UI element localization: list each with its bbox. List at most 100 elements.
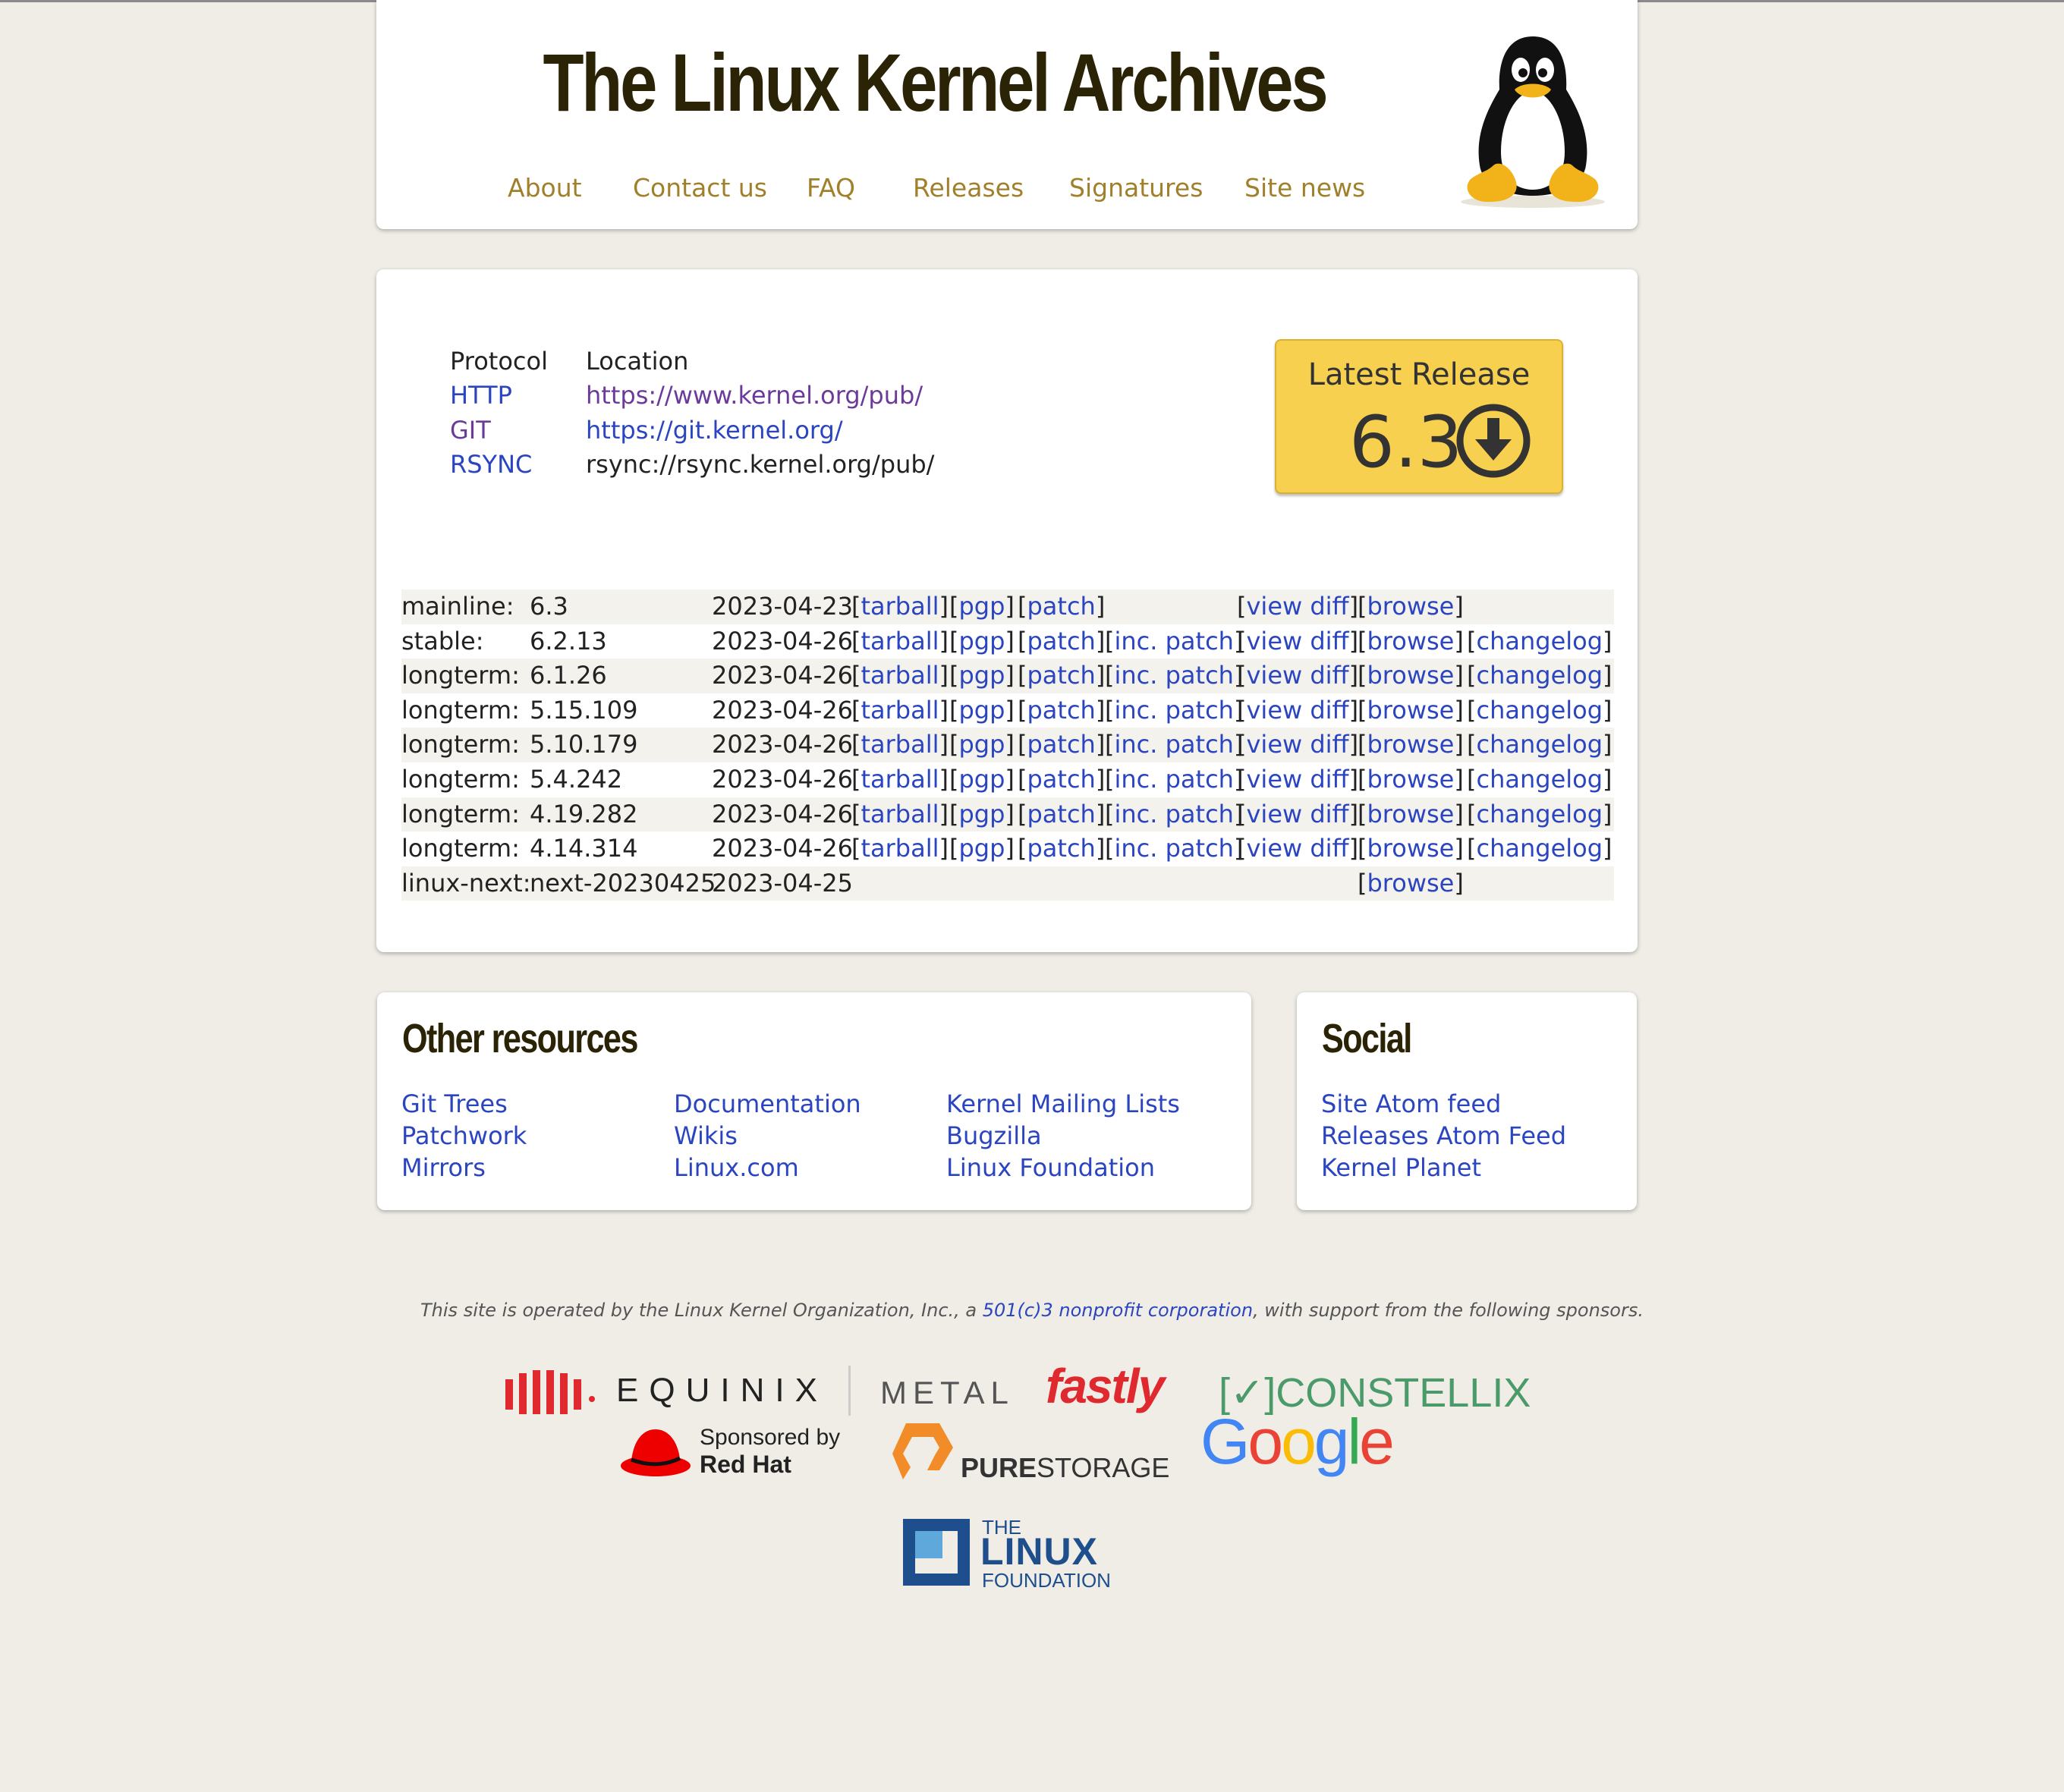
patch-link[interactable]: patch — [1027, 661, 1095, 690]
patch-link[interactable]: patch — [1027, 765, 1095, 794]
sponsor-equinix[interactable]: EQUINIX — [502, 1364, 829, 1417]
tarball-link[interactable]: tarball — [861, 627, 939, 655]
sponsor-google[interactable]: Google — [1200, 1405, 1395, 1479]
changelog-link[interactable]: changelog — [1476, 834, 1603, 863]
resource-documentation[interactable]: Documentation — [674, 1089, 861, 1118]
nav-site-news[interactable]: Site news — [1244, 173, 1365, 203]
social-kernel-planet[interactable]: Kernel Planet — [1321, 1153, 1481, 1182]
pgp-link[interactable]: pgp — [958, 765, 1005, 794]
patch-link[interactable]: patch — [1027, 592, 1095, 621]
resource-git-trees[interactable]: Git Trees — [401, 1089, 508, 1118]
view-diff-link[interactable]: view diff — [1246, 592, 1348, 621]
tarball-link-wrapper: [tarball] — [851, 834, 949, 863]
tarball-link[interactable]: tarball — [861, 765, 939, 794]
resource-bugzilla[interactable]: Bugzilla — [946, 1121, 1042, 1150]
tarball-link[interactable]: tarball — [861, 800, 939, 828]
patch-link[interactable]: patch — [1027, 627, 1095, 655]
changelog-link[interactable]: changelog — [1476, 800, 1603, 828]
inc-patch-link[interactable]: inc. patch — [1114, 627, 1233, 655]
inc-patch-link[interactable]: inc. patch — [1114, 834, 1233, 863]
pgp-link[interactable]: pgp — [958, 627, 1005, 655]
nav-releases[interactable]: Releases — [913, 173, 1024, 203]
patch-link[interactable]: patch — [1027, 696, 1095, 725]
sponsor-redhat[interactable]: Sponsored by Red Hat — [618, 1422, 861, 1482]
sponsor-fastly[interactable]: fastly — [1046, 1358, 1165, 1414]
patch-link[interactable]: patch — [1027, 730, 1095, 759]
browse-link[interactable]: browse — [1367, 696, 1454, 725]
changelog-link[interactable]: changelog — [1476, 627, 1603, 655]
redhat-wordmark: Red Hat — [700, 1451, 791, 1478]
latest-release-button[interactable]: Latest Release 6.3 — [1275, 339, 1563, 494]
protocol-rsync[interactable]: RSYNC — [450, 450, 532, 479]
browse-link[interactable]: browse — [1367, 592, 1454, 621]
location-git[interactable]: https://git.kernel.org/ — [586, 416, 843, 445]
nav-signatures[interactable]: Signatures — [1069, 173, 1203, 203]
tarball-link[interactable]: tarball — [861, 661, 939, 690]
browse-link-wrapper: [browse] — [1358, 800, 1464, 828]
sponsor-linux-foundation[interactable]: THE LINUX FOUNDATION — [903, 1516, 1123, 1592]
inc-patch-link[interactable]: inc. patch — [1114, 730, 1233, 759]
release-version: 4.19.282 — [530, 799, 638, 828]
inc-patch-link[interactable]: inc. patch — [1114, 800, 1233, 828]
pgp-link[interactable]: pgp — [958, 730, 1005, 759]
browse-link[interactable]: browse — [1367, 765, 1454, 794]
browse-link[interactable]: browse — [1367, 800, 1454, 828]
release-date: 2023-04-26 — [712, 661, 853, 690]
protocol-http[interactable]: HTTP — [450, 381, 512, 410]
resource-wikis[interactable]: Wikis — [674, 1121, 738, 1150]
nonprofit-link[interactable]: 501(c)3 nonprofit corporation — [983, 1300, 1253, 1321]
release-version: 5.4.242 — [530, 764, 623, 794]
pgp-link[interactable]: pgp — [958, 592, 1005, 621]
patch-link[interactable]: patch — [1027, 800, 1095, 828]
tarball-link[interactable]: tarball — [861, 730, 939, 759]
view-diff-link[interactable]: view diff — [1246, 696, 1348, 725]
changelog-link[interactable]: changelog — [1476, 661, 1603, 690]
site-title[interactable]: The Linux Kernel Archives — [480, 35, 1389, 130]
pgp-link[interactable]: pgp — [958, 696, 1005, 725]
view-diff-link[interactable]: view diff — [1246, 661, 1348, 690]
view-diff-link[interactable]: view diff — [1246, 627, 1348, 655]
location-http[interactable]: https://www.kernel.org/pub/ — [586, 381, 923, 410]
patch-link[interactable]: patch — [1027, 834, 1095, 863]
bracket-open: [ — [1467, 799, 1477, 828]
resource-mirrors[interactable]: Mirrors — [401, 1153, 486, 1182]
nav-about[interactable]: About — [508, 173, 582, 203]
changelog-link[interactable]: changelog — [1476, 730, 1603, 759]
bracket-close: ] — [1454, 592, 1464, 621]
browse-link[interactable]: browse — [1367, 627, 1454, 655]
social-site-atom-feed[interactable]: Site Atom feed — [1321, 1089, 1501, 1118]
protocol-git[interactable]: GIT — [450, 416, 491, 445]
changelog-link[interactable]: changelog — [1476, 696, 1603, 725]
browse-link[interactable]: browse — [1367, 661, 1454, 690]
release-row: linux-next: next-20230425 2023-04-25 [brows… — [401, 866, 1614, 901]
bracket-close: ] — [1095, 730, 1106, 759]
resource-linux-com[interactable]: Linux.com — [674, 1153, 799, 1182]
sponsor-metal[interactable]: METAL — [880, 1375, 1015, 1411]
view-diff-link[interactable]: view diff — [1246, 765, 1348, 794]
nav-contact-us[interactable]: Contact us — [633, 173, 767, 203]
tarball-link[interactable]: tarball — [861, 592, 939, 621]
view-diff-link[interactable]: view diff — [1246, 730, 1348, 759]
pgp-link[interactable]: pgp — [958, 800, 1005, 828]
inc-patch-link[interactable]: inc. patch — [1114, 765, 1233, 794]
tarball-link[interactable]: tarball — [861, 834, 939, 863]
nav-faq[interactable]: FAQ — [807, 173, 855, 203]
tarball-link[interactable]: tarball — [861, 696, 939, 725]
social-releases-atom-feed[interactable]: Releases Atom Feed — [1321, 1121, 1566, 1150]
resource-linux-foundation[interactable]: Linux Foundation — [946, 1153, 1155, 1182]
release-date: 2023-04-26 — [712, 695, 853, 725]
inc-patch-link[interactable]: inc. patch — [1114, 661, 1233, 690]
view-diff-link[interactable]: view diff — [1246, 800, 1348, 828]
browse-link[interactable]: browse — [1367, 730, 1454, 759]
resource-patchwork[interactable]: Patchwork — [401, 1121, 527, 1150]
pgp-link[interactable]: pgp — [958, 834, 1005, 863]
sponsor-purestorage[interactable]: PURESTORAGE — [891, 1420, 1169, 1489]
changelog-link-wrapper: [changelog] — [1467, 661, 1612, 690]
browse-link[interactable]: browse — [1367, 869, 1454, 898]
pgp-link[interactable]: pgp — [958, 661, 1005, 690]
inc-patch-link[interactable]: inc. patch — [1114, 696, 1233, 725]
view-diff-link[interactable]: view diff — [1246, 834, 1348, 863]
resource-kernel-mailing-lists[interactable]: Kernel Mailing Lists — [946, 1089, 1180, 1118]
changelog-link[interactable]: changelog — [1476, 765, 1603, 794]
browse-link[interactable]: browse — [1367, 834, 1454, 863]
